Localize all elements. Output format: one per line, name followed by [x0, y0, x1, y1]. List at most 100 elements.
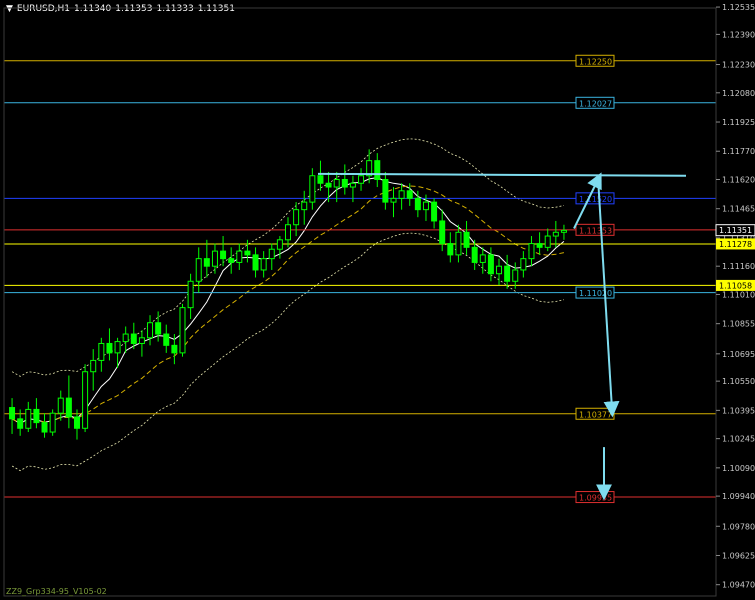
candle-body — [155, 322, 162, 335]
y-tick-label: 1.10245 — [722, 435, 755, 444]
candle-body — [211, 250, 218, 267]
candle-body — [358, 175, 365, 184]
candle-body — [560, 229, 567, 233]
candle-body — [252, 254, 259, 271]
y-tick-label: 1.10855 — [722, 320, 755, 329]
axis-price-marker-label: 1.11278 — [719, 240, 752, 249]
candle-body — [301, 201, 308, 211]
y-tick-label: 1.12390 — [722, 30, 755, 39]
candle-body — [325, 182, 332, 188]
candles — [9, 149, 567, 440]
y-tick-label: 1.12080 — [722, 89, 755, 98]
y-tick-label: 1.11010 — [722, 290, 755, 299]
candle-body — [317, 175, 324, 184]
candle-body — [504, 265, 511, 282]
y-tick-label: 1.10550 — [722, 377, 755, 386]
candle-body — [496, 265, 503, 275]
candle-body — [122, 333, 129, 343]
level-label: 1.10377 — [579, 410, 612, 419]
candle-body — [179, 307, 186, 354]
trendline — [317, 172, 687, 177]
candle-body — [276, 239, 283, 250]
candle-body — [73, 416, 80, 429]
candle-body — [520, 258, 527, 271]
plot-frame — [3, 7, 717, 597]
y-tick-label: 1.11770 — [722, 147, 755, 156]
candle-body — [138, 337, 145, 344]
candle-body — [414, 197, 421, 211]
level-label: 1.12027 — [579, 99, 612, 108]
candle-body — [106, 342, 113, 354]
candle-body — [439, 220, 446, 245]
level-lines: 1.12250 1.12027 1.11520 1.11353 1.11020 1.103… — [4, 54, 716, 504]
y-tick-label: 1.09470 — [722, 581, 755, 590]
candle-body — [528, 243, 535, 260]
candle-body — [471, 246, 478, 263]
price-axis[interactable]: 1.12535 1.12390 1.12230 1.12080 1.11925 1.117… — [3, 3, 755, 597]
axis-price-marker-label: 1.11058 — [719, 281, 752, 290]
candle-body — [17, 418, 24, 429]
candle-body — [163, 333, 170, 346]
candle-body — [422, 201, 429, 211]
y-tick-label: 1.10695 — [722, 350, 755, 359]
candle-body — [33, 408, 40, 424]
candle-body — [479, 254, 486, 263]
y-tick-label: 1.09780 — [722, 522, 755, 531]
level-label: 1.09935 — [579, 494, 612, 503]
envelope-lower — [11, 232, 564, 472]
level-label: 1.11353 — [579, 226, 612, 235]
y-tick-label: 1.11160 — [722, 262, 755, 271]
candle-body — [25, 408, 32, 429]
candle-body — [147, 322, 154, 339]
candle-body — [228, 258, 235, 263]
price-chart[interactable]: 1.12250 1.12027 1.11520 1.11353 1.11020 1.103… — [0, 0, 755, 600]
indicator-layer — [11, 138, 565, 472]
candle-body — [309, 175, 316, 203]
candle-body — [114, 341, 121, 354]
candle-body — [236, 250, 243, 263]
candle-body — [41, 422, 48, 433]
candle-body — [447, 243, 454, 256]
candle-body — [455, 231, 462, 256]
candle-body — [9, 407, 16, 420]
y-tick-label: 1.09625 — [722, 551, 755, 560]
y-tick-label: 1.12535 — [722, 3, 755, 12]
ma-fast — [11, 177, 565, 425]
y-tick-label: 1.12230 — [722, 61, 755, 70]
candle-body — [552, 231, 559, 237]
candle-body — [390, 197, 397, 203]
candle-body — [57, 397, 64, 414]
y-tick-label: 1.11925 — [722, 118, 755, 127]
y-tick-label: 1.10090 — [722, 464, 755, 473]
candle-body — [98, 342, 105, 361]
candle-body — [398, 190, 405, 199]
level-label: 1.12250 — [579, 57, 612, 66]
y-tick-label: 1.11620 — [722, 176, 755, 185]
candle-body — [90, 359, 97, 373]
candle-body — [171, 344, 178, 354]
candle-body — [333, 179, 340, 188]
candle-body — [487, 254, 494, 275]
candle-body — [49, 412, 56, 433]
indicator-label: ZZ9_Grp334-95_V105-02 — [6, 587, 107, 596]
candle-body — [536, 243, 543, 248]
candle-body — [349, 182, 356, 188]
forecast-arrows — [317, 172, 687, 501]
candle-body — [260, 258, 267, 271]
candle-body — [512, 269, 519, 282]
level-label: 1.11020 — [579, 289, 612, 298]
candle-body — [65, 397, 72, 418]
candle-body — [341, 179, 348, 188]
y-tick-label: 1.09940 — [722, 492, 755, 501]
y-tick-label: 1.11465 — [722, 205, 755, 214]
candle-body — [463, 231, 470, 248]
candle-body — [544, 235, 551, 248]
current-price-label: 1.11351 — [719, 226, 752, 235]
candle-body — [82, 371, 89, 429]
candle-body — [130, 333, 137, 344]
candle-body — [268, 248, 275, 260]
candle-body — [203, 258, 210, 267]
candle-body — [293, 209, 300, 226]
candle-body — [195, 258, 202, 282]
candle-body — [187, 280, 194, 309]
